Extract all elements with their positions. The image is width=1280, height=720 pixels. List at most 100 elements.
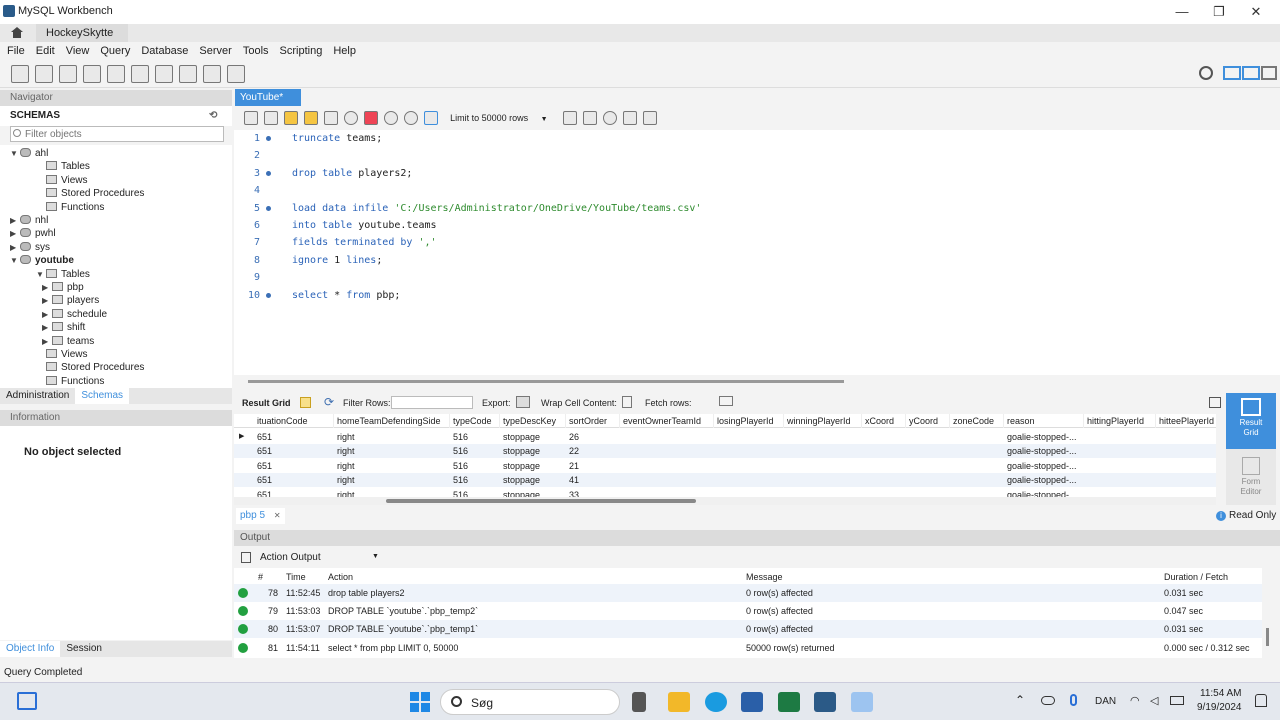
table-cell[interactable]: stoppage xyxy=(500,444,566,458)
search-table-data-icon[interactable] xyxy=(203,65,221,83)
tree-item[interactable]: ▼ youtube xyxy=(10,254,74,267)
save-icon[interactable] xyxy=(264,111,278,125)
settings-gear-icon[interactable] xyxy=(1199,66,1213,80)
open-file-icon[interactable] xyxy=(244,111,258,125)
table-cell[interactable]: 651 xyxy=(254,444,334,458)
file-explorer-icon[interactable] xyxy=(632,692,646,712)
table-cell[interactable]: 516 xyxy=(450,430,500,444)
column-header[interactable]: losingPlayerId xyxy=(714,414,784,428)
tree-item[interactable]: ▶ pwhl xyxy=(10,227,56,240)
task-view-icon[interactable] xyxy=(17,692,37,710)
notification-icon[interactable] xyxy=(1255,694,1267,707)
tree-item[interactable]: ▶ pbp xyxy=(42,281,84,294)
table-row[interactable]: 651 right 516 stoppage 22 goalie-stopped-... xyxy=(234,444,1216,459)
chevron-right-icon[interactable]: ▶ xyxy=(42,308,52,321)
table-cell[interactable]: right xyxy=(334,459,450,473)
battery-icon[interactable] xyxy=(1170,696,1184,705)
tab-session[interactable]: Session xyxy=(60,641,108,657)
output-vertical-scrollbar[interactable] xyxy=(1266,628,1269,646)
menu-view[interactable]: View xyxy=(59,42,94,60)
tree-item[interactable]: Views xyxy=(36,348,88,361)
commit-icon[interactable] xyxy=(384,111,398,125)
column-header[interactable]: sortOrder xyxy=(566,414,620,428)
error-toggle-icon[interactable] xyxy=(364,111,378,125)
tree-item[interactable]: Tables xyxy=(36,160,90,173)
table-cell[interactable]: goalie-stopped-... xyxy=(1004,473,1084,487)
table-cell[interactable]: right xyxy=(334,430,450,444)
table-cell[interactable]: 651 xyxy=(254,459,334,473)
column-header[interactable]: winningPlayerId xyxy=(784,414,862,428)
create-schema-icon[interactable] xyxy=(83,65,101,83)
output-row[interactable]: 80 11:53:07 DROP TABLE `youtube`.`pbp_temp… xyxy=(234,620,1262,639)
table-row[interactable]: 651 right 516 stoppage 21 goalie-stopped-... xyxy=(234,458,1216,473)
limit-rows-select[interactable]: Limit to 50000 rows ▼ xyxy=(450,111,548,127)
volume-icon[interactable]: ◁ xyxy=(1150,694,1158,707)
edge-icon[interactable] xyxy=(705,692,727,712)
table-cell[interactable]: 41 xyxy=(566,473,620,487)
menu-tools[interactable]: Tools xyxy=(236,42,273,60)
tab-schemas[interactable]: Schemas xyxy=(75,388,130,404)
result-tab[interactable]: pbp 5 ✕ xyxy=(236,508,285,524)
grid-horizontal-scrollbar[interactable] xyxy=(234,497,1216,505)
chevron-right-icon[interactable]: ▶ xyxy=(42,321,52,334)
execute-icon[interactable] xyxy=(284,111,298,125)
table-cell[interactable]: 516 xyxy=(450,473,500,487)
maximize-button[interactable]: ❐ xyxy=(1199,0,1239,24)
column-header[interactable]: hitteePlayerId xyxy=(1156,414,1216,428)
editor-line[interactable]: 8 ignore 1 lines; xyxy=(234,252,1280,269)
wifi-icon[interactable]: ◠ xyxy=(1130,694,1140,707)
form-editor-side-button[interactable]: Form Editor xyxy=(1226,451,1276,503)
chevron-right-icon[interactable]: ▶ xyxy=(42,335,52,348)
autocommit-icon[interactable] xyxy=(424,111,438,125)
invisible-chars-icon[interactable] xyxy=(622,111,637,125)
editor-line[interactable]: 10 select * from pbp; xyxy=(234,287,1280,304)
column-header[interactable]: yCoord xyxy=(906,414,950,428)
toggle-sidebar-icon[interactable] xyxy=(1223,66,1241,80)
chevron-right-icon[interactable]: ▶ xyxy=(42,294,52,307)
menu-file[interactable]: File xyxy=(0,42,29,60)
tree-item[interactable]: Functions xyxy=(36,375,104,388)
table-cell[interactable]: stoppage xyxy=(500,430,566,444)
result-grid-side-button[interactable]: Result Grid xyxy=(1226,393,1276,449)
copy-icon[interactable] xyxy=(241,552,251,563)
stop-icon[interactable] xyxy=(344,111,358,125)
table-cell[interactable]: goalie-stopped-... xyxy=(1004,430,1084,444)
clock-time[interactable]: 11:54 AM xyxy=(1200,688,1242,699)
table-cell[interactable]: 651 xyxy=(254,473,334,487)
find-icon[interactable] xyxy=(602,111,617,125)
chevron-down-icon[interactable]: ▼ xyxy=(10,147,20,160)
refresh-icon[interactable]: ⟲ xyxy=(209,106,217,126)
table-cell[interactable]: 651 xyxy=(254,430,334,444)
toggle-output-icon[interactable] xyxy=(1242,66,1260,80)
chevron-right-icon[interactable]: ▶ xyxy=(10,227,20,240)
export-icon[interactable] xyxy=(516,396,530,408)
editor-line[interactable]: 2 xyxy=(234,147,1280,164)
wrap-lines-icon[interactable] xyxy=(642,111,657,125)
tree-item[interactable]: Views xyxy=(36,174,88,187)
close-icon[interactable]: ✕ xyxy=(274,511,281,520)
table-cell[interactable]: 21 xyxy=(566,459,620,473)
grid-icon[interactable] xyxy=(300,397,311,408)
start-button[interactable] xyxy=(410,692,430,712)
tree-item[interactable]: ▶ sys xyxy=(10,241,50,254)
column-header[interactable]: typeDescKey xyxy=(500,414,566,428)
reconnect-icon[interactable] xyxy=(227,65,245,83)
column-header[interactable]: hittingPlayerId xyxy=(1084,414,1156,428)
menu-server[interactable]: Server xyxy=(192,42,235,60)
sql-editor[interactable]: 1 truncate teams; 2 3 drop table players2; 4 5… xyxy=(234,130,1280,375)
column-header[interactable]: ituationCode xyxy=(254,414,334,428)
table-row[interactable]: ▶ 651 right 516 stoppage 26 goalie-stopped-... xyxy=(234,430,1216,444)
connection-tab[interactable]: HockeySkytte ✕ xyxy=(36,24,128,56)
tree-item[interactable]: ▼ ahl xyxy=(10,147,48,160)
cloud-icon[interactable] xyxy=(1041,696,1055,705)
editor-line[interactable]: 5 load data infile 'C:/Users/Administrato… xyxy=(234,200,1280,217)
taskbar-search[interactable]: Søg xyxy=(440,689,620,715)
editor-line[interactable]: 4 xyxy=(234,182,1280,199)
mysql-workbench-icon[interactable] xyxy=(814,692,836,712)
explain-icon[interactable] xyxy=(324,111,338,125)
table-cell[interactable]: goalie-stopped-... xyxy=(1004,459,1084,473)
table-cell[interactable]: 516 xyxy=(450,444,500,458)
snipping-tool-icon[interactable] xyxy=(851,692,873,712)
chevron-right-icon[interactable]: ▶ xyxy=(10,241,20,254)
tree-item[interactable]: ▼ Tables xyxy=(36,268,90,281)
